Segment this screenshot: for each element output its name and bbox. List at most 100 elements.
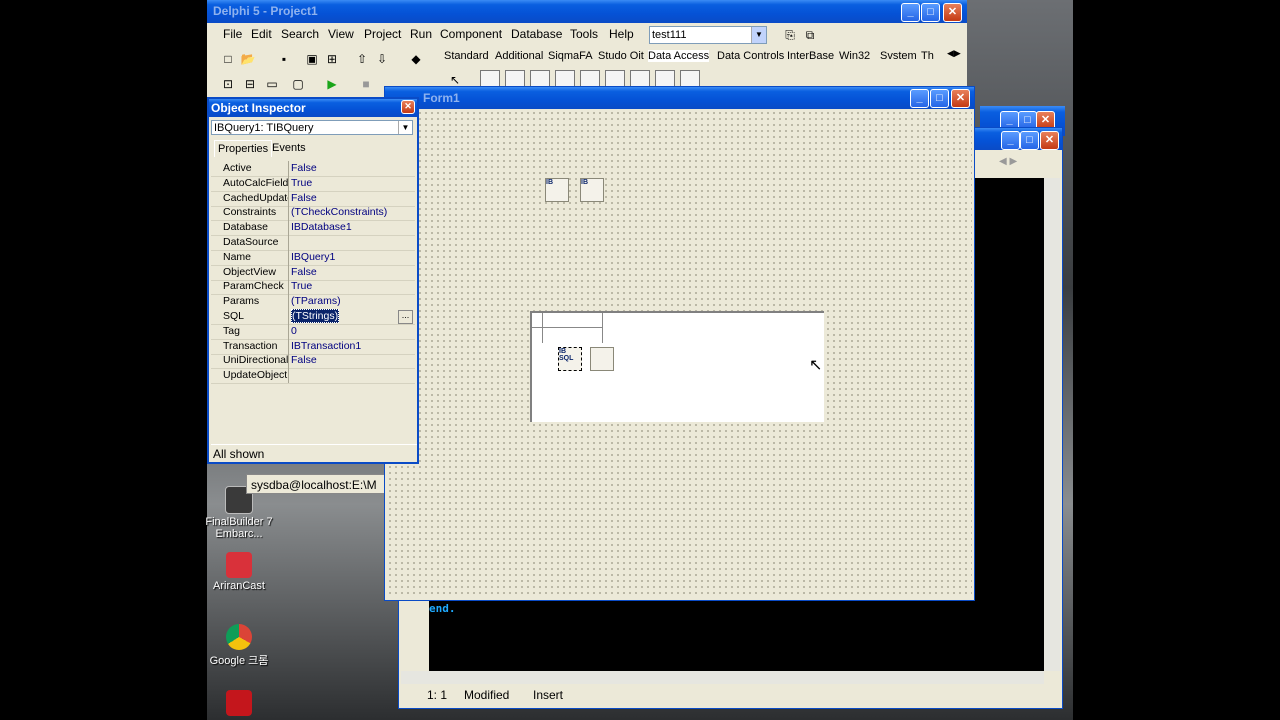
ide-titlebar[interactable]: Delphi 5 - Project1 _ □ ✕ xyxy=(207,0,967,23)
palette-tab-additional[interactable]: Additional xyxy=(495,50,543,62)
horizontal-scrollbar[interactable] xyxy=(401,671,1044,684)
property-row-objectview[interactable]: ObjectView False xyxy=(211,264,415,281)
property-value[interactable]: (TCheckConstraints) xyxy=(291,205,413,220)
embedded-frame[interactable]: IB SQL xyxy=(530,311,824,422)
property-value[interactable]: IBDatabase1 xyxy=(291,220,413,235)
palette-tab-system[interactable]: Svstem xyxy=(880,50,917,62)
palette-tab-data-controls[interactable]: Data Controls xyxy=(717,50,784,62)
property-value[interactable]: False xyxy=(291,265,413,280)
chevron-down-icon[interactable]: ▼ xyxy=(751,27,766,43)
desktop-icon-chrome[interactable]: Google 크롬 xyxy=(204,624,274,668)
desktop-settings-icon[interactable]: ⧉ xyxy=(801,26,819,44)
menu-project[interactable]: Project xyxy=(364,27,401,41)
toggle-form-unit-icon[interactable]: ▭ xyxy=(263,75,281,93)
property-row-updateobject[interactable]: UpdateObject xyxy=(211,368,415,385)
property-row-database[interactable]: Database IBDatabase1 xyxy=(211,220,415,237)
sysdba-window-tab[interactable]: sysdba@localhost:E:\M xyxy=(246,474,386,494)
property-value[interactable]: True xyxy=(291,279,413,294)
property-row-cachedupdates[interactable]: CachedUpdatesFalse xyxy=(211,190,415,207)
palette-tab-interbase[interactable]: InterBase xyxy=(787,50,834,62)
open-icon[interactable]: 📂 xyxy=(239,50,257,68)
menu-search[interactable]: Search xyxy=(281,27,319,41)
property-value[interactable]: False xyxy=(291,191,413,206)
editor-nav-arrows[interactable]: ◀ ▶ xyxy=(999,156,1049,172)
save-all-icon[interactable]: ▣ xyxy=(303,50,321,68)
session-icon[interactable] xyxy=(605,70,625,87)
menu-database[interactable]: Database xyxy=(511,27,562,41)
palette-tab-standard[interactable]: Standard xyxy=(444,50,489,62)
chevron-down-icon[interactable]: ▼ xyxy=(398,121,412,134)
remove-file-icon[interactable]: ⇩ xyxy=(373,50,391,68)
query-icon[interactable] xyxy=(530,70,550,87)
save-icon[interactable]: ▪ xyxy=(275,50,293,68)
form-canvas[interactable]: IB IB IB SQL ↖ xyxy=(387,110,972,597)
help-book-icon[interactable]: ◆ xyxy=(407,50,425,68)
property-row-active[interactable]: Active False xyxy=(211,161,415,177)
maximize-icon[interactable]: □ xyxy=(1020,131,1039,150)
menu-help[interactable]: Help xyxy=(609,27,634,41)
vertical-scrollbar[interactable] xyxy=(1044,178,1060,671)
property-row-autocalcfields[interactable]: AutoCalcFields True xyxy=(211,175,415,192)
menu-component[interactable]: Component xyxy=(440,27,502,41)
tab-properties[interactable]: Properties xyxy=(214,140,273,157)
property-row-constraints[interactable]: Constraints (TCheckConstraints) xyxy=(211,205,415,222)
property-row-tag[interactable]: Tag 0 xyxy=(211,323,415,340)
menu-run[interactable]: Run xyxy=(410,27,432,41)
property-row-sql[interactable]: SQL (TStrings)... xyxy=(211,309,415,325)
close-icon[interactable]: ✕ xyxy=(1040,131,1059,150)
ibquery-component[interactable]: IB SQL xyxy=(558,347,582,371)
object-inspector-titlebar[interactable]: Object Inspector ✕ xyxy=(209,99,417,117)
pause-icon[interactable]: ■ xyxy=(357,75,375,93)
close-icon[interactable]: ✕ xyxy=(951,89,970,108)
ibtransaction-component[interactable]: IB xyxy=(580,178,604,202)
minimize-icon[interactable]: _ xyxy=(901,3,920,22)
view-unit-icon[interactable]: ⊡ xyxy=(219,75,237,93)
menu-edit[interactable]: Edit xyxy=(251,27,272,41)
view-form-icon[interactable]: ⊟ xyxy=(241,75,259,93)
table-icon[interactable] xyxy=(505,70,525,87)
ibdatabase-component[interactable]: IB xyxy=(545,178,569,202)
property-row-unidirectional[interactable]: UniDirectional False xyxy=(211,353,415,370)
palette-tab-more[interactable]: Th xyxy=(921,50,934,62)
ibupdatesql-component[interactable] xyxy=(590,347,614,371)
property-value[interactable]: (TParams) xyxy=(291,294,413,309)
property-row-name[interactable]: Name IBQuery1 xyxy=(211,249,415,266)
maximize-icon[interactable]: □ xyxy=(930,89,949,108)
maximize-icon[interactable]: □ xyxy=(921,3,940,22)
palette-tab-studooit[interactable]: Studo Oit xyxy=(598,50,644,62)
form-titlebar[interactable]: Form1 _ □ ✕ xyxy=(385,87,974,109)
run-icon[interactable]: ▶ xyxy=(323,75,341,93)
batchmove-icon[interactable] xyxy=(630,70,650,87)
pointer-icon[interactable]: ↖ xyxy=(450,73,460,87)
property-row-params[interactable]: Params (TParams) xyxy=(211,294,415,311)
updatesql-icon[interactable] xyxy=(655,70,675,87)
object-selector-combo[interactable]: IBQuery1: TIBQuery ▼ xyxy=(211,120,413,135)
palette-tab-win32[interactable]: Win32 xyxy=(839,50,870,62)
property-row-transaction[interactable]: Transaction IBTransaction1 xyxy=(211,338,415,355)
property-row-paramcheck[interactable]: ParamCheck True xyxy=(211,279,415,296)
close-icon[interactable]: ✕ xyxy=(943,3,962,22)
close-icon[interactable]: ✕ xyxy=(401,100,415,114)
add-file-icon[interactable]: ⇧ xyxy=(353,50,371,68)
property-value[interactable]: False xyxy=(291,161,413,176)
property-value[interactable]: IBTransaction1 xyxy=(291,339,413,354)
property-value[interactable]: False xyxy=(291,353,413,368)
new-form-icon[interactable]: ▢ xyxy=(289,75,307,93)
menu-view[interactable]: View xyxy=(328,27,354,41)
database-icon[interactable] xyxy=(580,70,600,87)
desktop-save-icon[interactable]: ⎘ xyxy=(781,26,799,44)
desktop-icon-ariracast[interactable]: AriranCast xyxy=(204,552,274,592)
open-project-icon[interactable]: ⊞ xyxy=(323,50,341,68)
datasource-icon[interactable] xyxy=(480,70,500,87)
palette-scroll-arrows[interactable]: ◀▶ xyxy=(947,48,961,59)
minimize-icon[interactable]: _ xyxy=(1001,131,1020,150)
property-row-datasource[interactable]: DataSource xyxy=(211,235,415,251)
nestedtable-icon[interactable] xyxy=(680,70,700,87)
property-value[interactable]: True xyxy=(291,176,413,191)
menu-file[interactable]: File xyxy=(223,27,242,41)
new-icon[interactable]: □ xyxy=(219,50,237,68)
palette-tab-siqmafa[interactable]: SiqmaFA xyxy=(548,50,593,62)
storedproc-icon[interactable] xyxy=(555,70,575,87)
minimize-icon[interactable]: _ xyxy=(910,89,929,108)
menu-tools[interactable]: Tools xyxy=(570,27,598,41)
